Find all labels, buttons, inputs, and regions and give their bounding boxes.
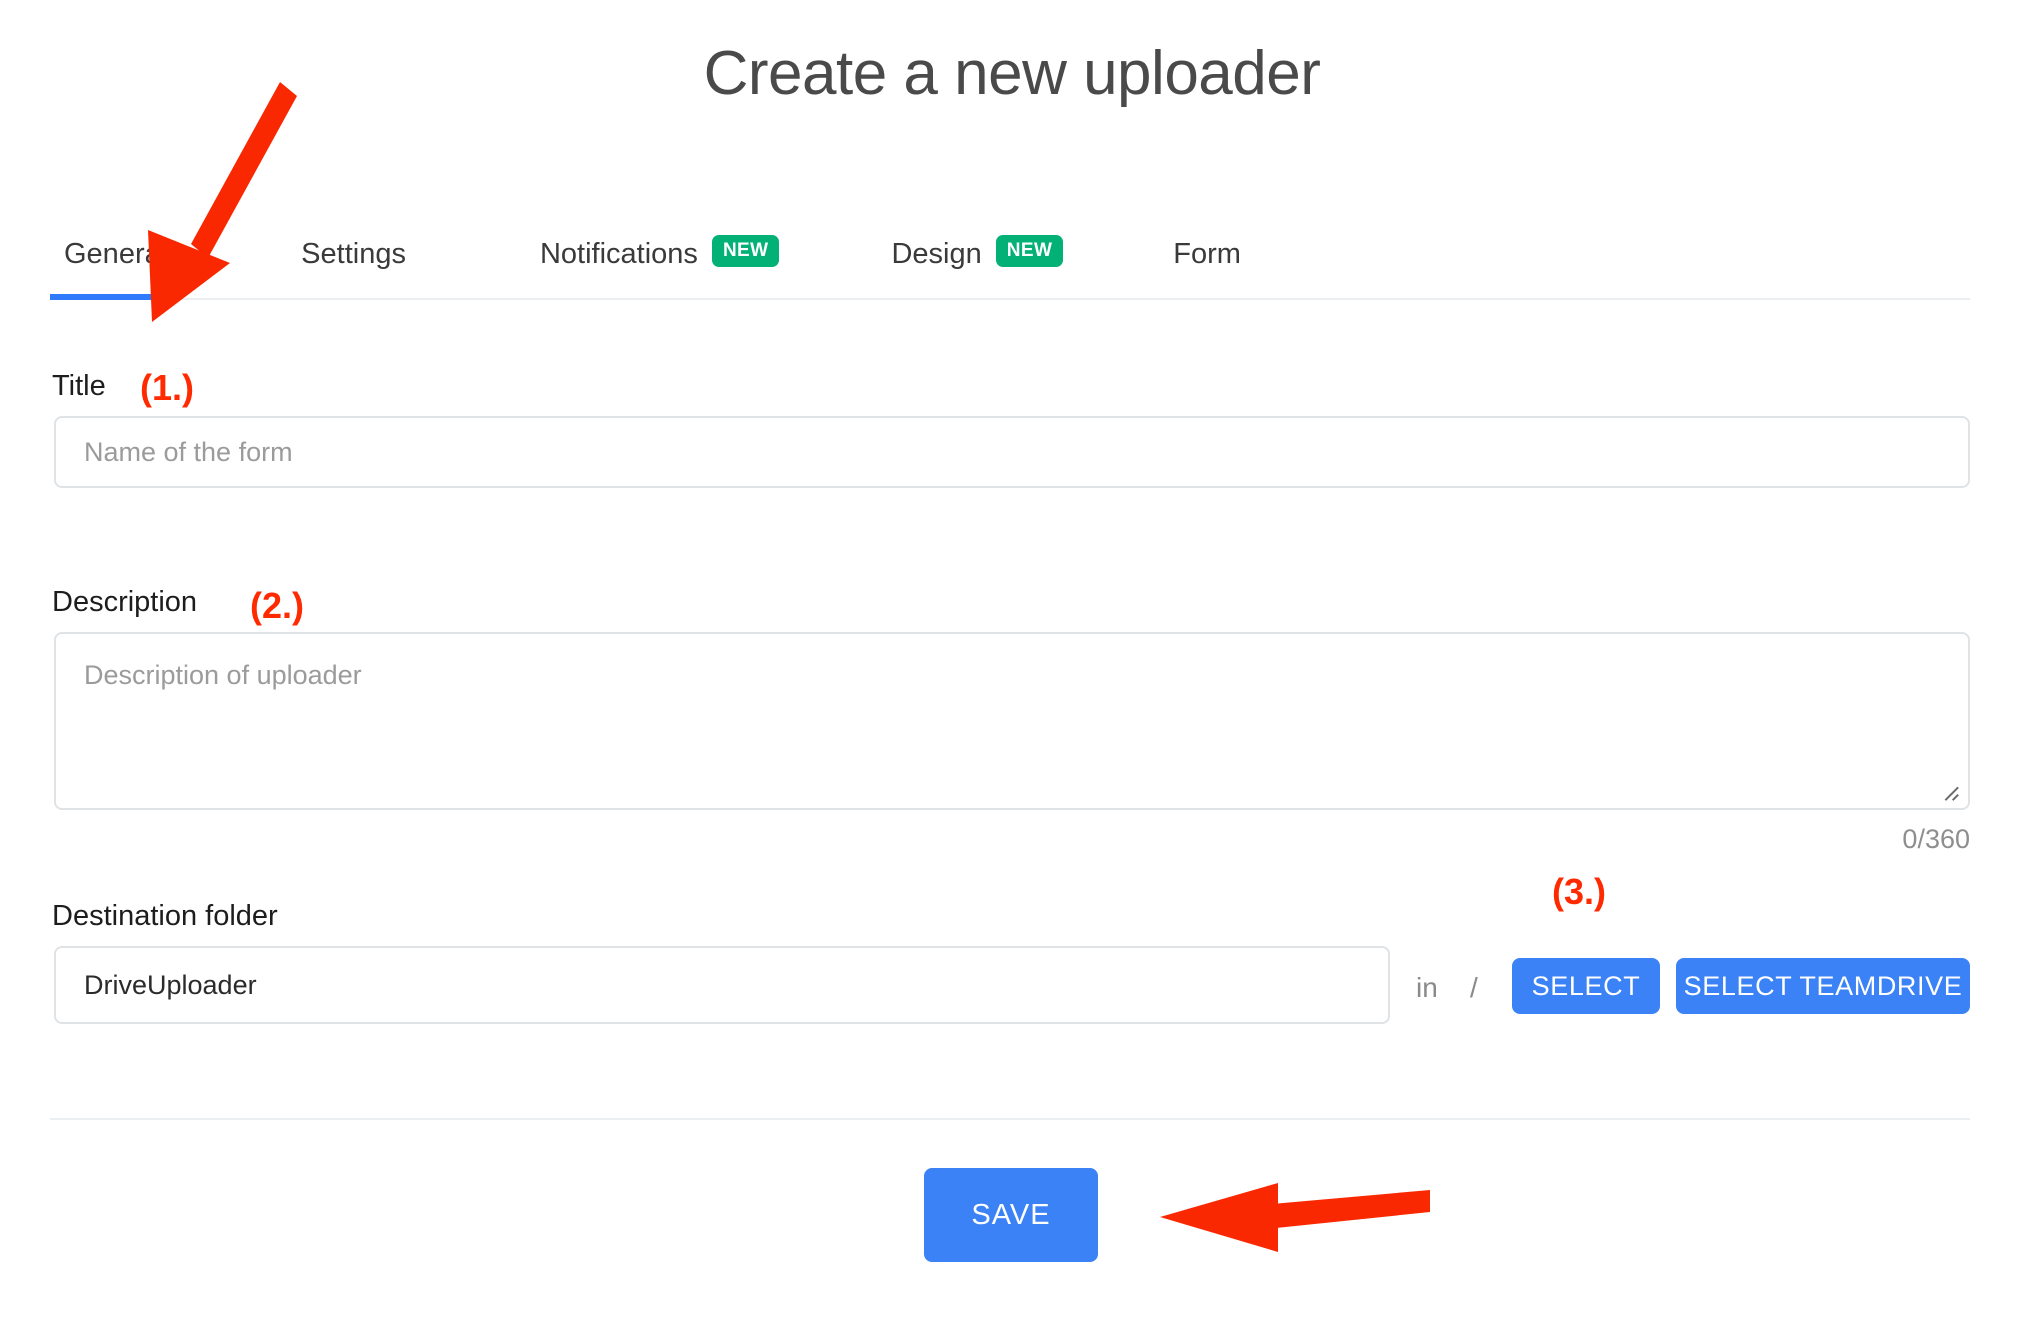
tab-bar: General Settings Notifications NEW Desig… xyxy=(50,222,1970,300)
tab-settings[interactable]: Settings xyxy=(287,222,420,298)
tab-form[interactable]: Form xyxy=(1159,222,1255,298)
annotation-arrow-save xyxy=(1160,1183,1430,1252)
annotation-3: (3.) xyxy=(1552,871,1606,912)
destination-in-text: in xyxy=(1416,972,1438,1003)
destination-folder-value: DriveUploader xyxy=(84,969,257,1000)
tab-settings-label: Settings xyxy=(301,237,406,270)
tab-list: General Settings Notifications NEW Desig… xyxy=(50,222,1255,300)
annotation-2: (2.) xyxy=(250,585,304,626)
new-badge: NEW xyxy=(995,235,1064,267)
footer-divider xyxy=(50,1118,1970,1120)
title-input[interactable]: Name of the form xyxy=(54,416,1970,488)
tab-notifications[interactable]: Notifications NEW xyxy=(526,222,794,298)
description-char-counter: 0/360 xyxy=(1902,824,1970,854)
description-textarea[interactable]: Description of uploader xyxy=(54,632,1970,810)
page-title: Create a new uploader xyxy=(703,39,1321,108)
tab-design-label: Design xyxy=(891,237,982,270)
description-textarea-placeholder: Description of uploader xyxy=(84,660,362,690)
destination-field-label: Destination folder xyxy=(52,900,278,932)
tab-general-label: General xyxy=(64,237,168,270)
select-button[interactable]: SELECT xyxy=(1512,958,1660,1014)
select-teamdrive-button[interactable]: SELECT TEAMDRIVE xyxy=(1676,958,1970,1014)
new-badge: NEW xyxy=(711,235,780,267)
destination-path-text: / xyxy=(1470,972,1478,1003)
title-input-placeholder: Name of the form xyxy=(84,436,293,467)
annotation-1: (1.) xyxy=(140,367,194,408)
tab-general[interactable]: General xyxy=(50,222,182,300)
description-field-label: Description xyxy=(52,586,198,618)
tab-notifications-label: Notifications xyxy=(539,237,698,270)
tab-design[interactable]: Design NEW xyxy=(877,222,1077,298)
resize-handle-icon[interactable] xyxy=(1938,780,1960,802)
destination-folder-input[interactable]: DriveUploader xyxy=(54,946,1390,1024)
save-button[interactable]: SAVE xyxy=(924,1168,1098,1262)
title-field-label: Title xyxy=(52,370,106,402)
tab-form-label: Form xyxy=(1173,237,1241,270)
